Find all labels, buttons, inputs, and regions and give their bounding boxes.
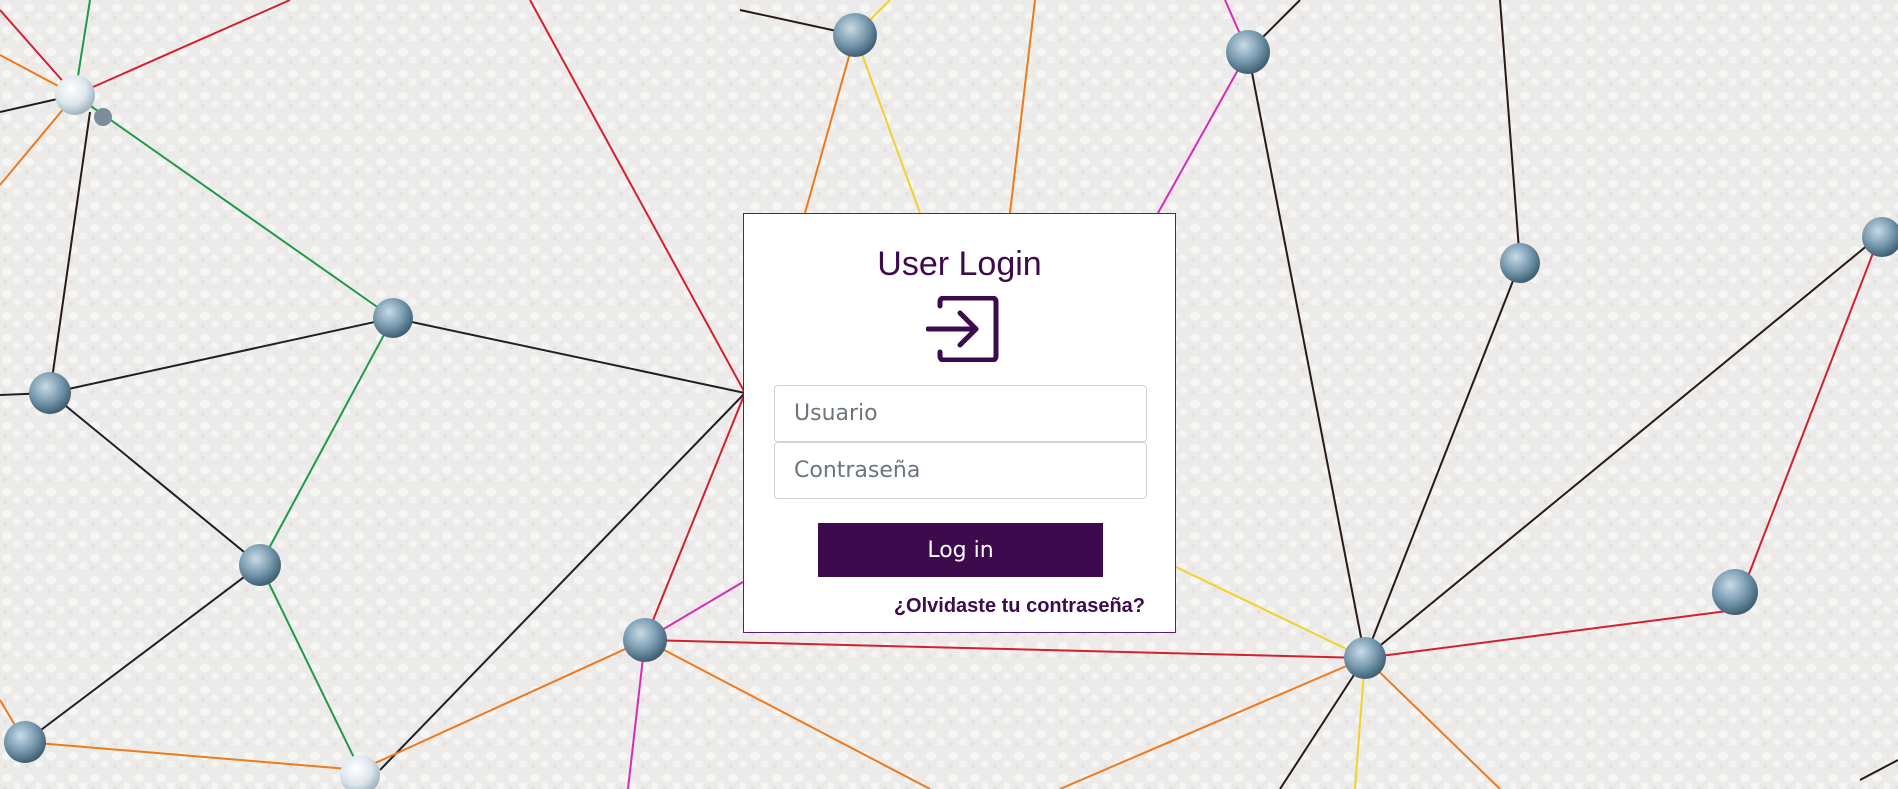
forgot-password-link[interactable]: ¿Olvidaste tu contraseña? bbox=[894, 595, 1145, 618]
login-title: User Login bbox=[877, 245, 1042, 283]
login-icon bbox=[926, 296, 999, 362]
username-input[interactable] bbox=[774, 385, 1147, 442]
login-card: User Login Log in ¿Olvidaste tu contrase… bbox=[743, 213, 1176, 633]
login-button[interactable]: Log in bbox=[818, 523, 1103, 577]
password-input[interactable] bbox=[774, 442, 1147, 499]
